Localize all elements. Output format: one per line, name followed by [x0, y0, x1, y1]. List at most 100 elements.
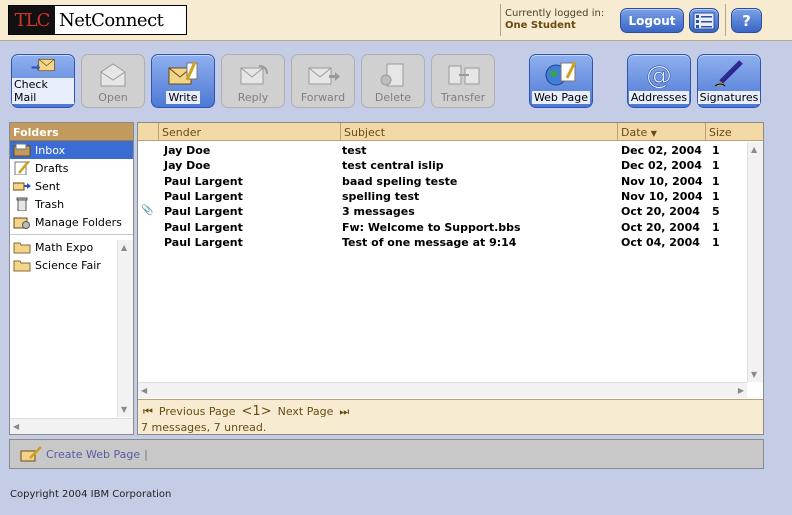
write-button[interactable]: Write	[151, 54, 215, 108]
app-logo: TLC NetConnect	[8, 5, 187, 35]
message-sender: Paul Largent	[164, 189, 243, 203]
svg-text:@: @	[646, 61, 672, 88]
logout-button[interactable]: Logout	[620, 8, 684, 33]
sent-icon	[13, 182, 31, 191]
previous-page-link[interactable]: Previous Page	[159, 405, 236, 418]
sort-descending-icon: ▼	[650, 129, 657, 138]
scroll-down-icon: ▼	[121, 405, 128, 414]
check-mail-label: Check Mail	[12, 78, 74, 104]
folder-math-expo-label: Math Expo	[35, 240, 94, 254]
message-size: 1	[712, 144, 720, 157]
folder-drafts[interactable]: Drafts	[10, 159, 133, 177]
create-web-page-label: Create Web Page	[46, 447, 141, 461]
check-mail-icon	[31, 58, 55, 72]
folder-icon	[13, 242, 31, 254]
header-divider	[500, 4, 501, 36]
delete-icon	[380, 63, 404, 87]
message-list-header: Sender Subject Date ▼ Size	[138, 123, 763, 141]
create-web-page-icon	[20, 446, 42, 462]
message-size: 1	[712, 189, 720, 203]
message-list-panel: Sender Subject Date ▼ Size Jay Doe test De…	[137, 122, 764, 435]
last-page-icon[interactable]: ⏭	[339, 405, 349, 419]
message-size: 5	[712, 205, 720, 219]
size-column-header[interactable]: Size	[706, 123, 763, 141]
addresses-button[interactable]: @ Addresses	[627, 54, 691, 108]
scroll-left-icon: ◀	[141, 386, 148, 395]
attachment-icon: 📎	[141, 205, 154, 217]
subject-column-header[interactable]: Subject	[341, 123, 618, 141]
forward-label: Forward	[300, 91, 346, 104]
header-divider	[725, 4, 726, 36]
scroll-left-icon: ◀	[13, 422, 20, 431]
write-label: Write	[166, 91, 200, 104]
open-button[interactable]: Open	[81, 54, 145, 108]
folder-math-expo[interactable]: Math Expo	[10, 238, 133, 256]
message-subject: Test of one message at 9:14	[342, 235, 517, 249]
write-icon	[168, 61, 198, 85]
preferences-button[interactable]	[689, 8, 719, 33]
pen-icon	[714, 60, 743, 87]
logo-netconnect: NetConnect	[59, 9, 164, 31]
message-row[interactable]: Paul Largent Fw: Welcome to Support.bbs Oc…	[138, 220, 747, 235]
message-subject: baad speling teste	[342, 174, 458, 188]
message-row[interactable]: Paul Largent Test of one message at 9:14 O…	[138, 235, 747, 250]
message-count: 7 messages, 7 unread.	[141, 421, 267, 434]
message-date: Dec 02, 2004	[621, 159, 702, 173]
create-web-page-button[interactable]: Create Web Page |	[20, 446, 148, 462]
message-row[interactable]: 📎 Paul Largent 3 messages Oct 20, 2004 5	[138, 204, 747, 219]
check-mail-button[interactable]: Check Mail	[11, 54, 75, 108]
pager-nav: ⏮ Previous Page <1> Next Page ⏭	[143, 404, 349, 419]
message-row[interactable]: Jay Doe test central islip Dec 02, 2004 1	[138, 158, 747, 173]
message-row[interactable]: Paul Largent spelling test Nov 10, 2004 1	[138, 189, 747, 204]
message-subject: test	[342, 144, 367, 157]
web-page-button[interactable]: Web Page	[529, 54, 593, 108]
folder-inbox[interactable]: Inbox	[10, 141, 133, 159]
message-size: 1	[712, 174, 720, 188]
folder-manage-label: Manage Folders	[35, 215, 122, 229]
app-header: TLC NetConnect Currently logged in: One …	[0, 0, 792, 41]
date-column-label: Date	[621, 126, 648, 139]
messages-horizontal-scrollbar[interactable]: ◀ ▶	[138, 382, 747, 398]
next-page-link[interactable]: Next Page	[278, 405, 334, 418]
web-page-icon	[545, 61, 577, 86]
logged-in-user: One Student	[505, 20, 576, 31]
signatures-button[interactable]: Signatures	[697, 54, 761, 108]
folders-vertical-scrollbar[interactable]: ▲ ▼	[117, 240, 133, 417]
messages-vertical-scrollbar[interactable]: ▲ ▼	[747, 142, 763, 382]
drafts-icon	[14, 161, 30, 175]
sender-column-header[interactable]: Sender	[159, 123, 341, 141]
help-button[interactable]: ?	[731, 8, 762, 33]
folder-divider	[10, 234, 133, 235]
folder-science-fair[interactable]: Science Fair	[10, 256, 133, 274]
reply-button[interactable]: Reply	[221, 54, 285, 108]
scroll-up-icon: ▲	[751, 145, 758, 154]
message-sender: Paul Largent	[164, 205, 243, 219]
open-label: Open	[98, 91, 128, 104]
scroll-right-icon: ▶	[737, 386, 744, 395]
folder-drafts-label: Drafts	[35, 161, 69, 175]
message-size: 1	[712, 235, 720, 249]
transfer-label: Transfer	[440, 91, 486, 104]
date-column-header[interactable]: Date ▼	[618, 123, 706, 141]
message-subject: Fw: Welcome to Support.bbs	[342, 220, 521, 234]
folder-sent[interactable]: Sent	[10, 177, 133, 195]
folders-panel: Folders Inbox Drafts Sent Trash Manage F…	[9, 122, 134, 435]
delete-label: Delete	[374, 91, 412, 104]
delete-button[interactable]: Delete	[361, 54, 425, 108]
forward-button[interactable]: Forward	[291, 54, 355, 108]
attachment-column-header[interactable]	[138, 123, 159, 141]
signatures-label: Signatures	[697, 91, 761, 104]
message-row[interactable]: Jay Doe test Dec 02, 2004 1	[138, 143, 747, 158]
folders-horizontal-scrollbar[interactable]: ◀	[10, 418, 133, 434]
message-subject: test central islip	[342, 159, 444, 173]
transfer-button[interactable]: Transfer	[431, 54, 495, 108]
first-page-icon[interactable]: ⏮	[143, 405, 153, 419]
manage-folders-icon	[13, 217, 30, 229]
message-subject: 3 messages	[342, 205, 415, 219]
message-sender: Jay Doe	[164, 144, 211, 157]
message-row[interactable]: Paul Largent baad speling teste Nov 10, 20…	[138, 174, 747, 189]
folder-trash[interactable]: Trash	[10, 195, 133, 213]
pager-bar: ⏮ Previous Page <1> Next Page ⏭ 7 messag…	[138, 399, 763, 434]
folder-manage[interactable]: Manage Folders	[10, 213, 133, 231]
trash-icon	[16, 197, 28, 211]
